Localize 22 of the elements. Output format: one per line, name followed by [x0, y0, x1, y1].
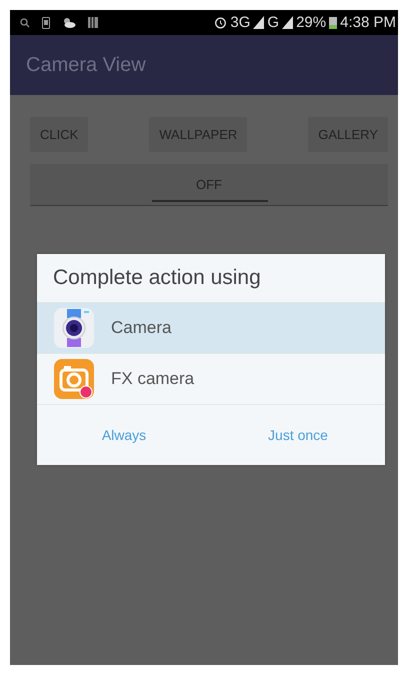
signal-icon [253, 16, 264, 29]
barcode-icon [88, 17, 98, 28]
alarm-icon [214, 16, 228, 29]
dialog-title: Complete action using [52, 265, 262, 291]
clock: 4:38 PM [340, 14, 396, 31]
network-type: 3G [230, 14, 250, 31]
app-option[interactable]: FX camera [37, 353, 385, 404]
phone-icon [42, 16, 50, 28]
network-type: G [267, 14, 280, 31]
dialog-action-button[interactable]: Just once [211, 426, 385, 444]
camera-app-icon [53, 307, 95, 349]
dialog-action-button[interactable]: Always [37, 426, 211, 444]
app-name: FX camera [111, 369, 194, 389]
camera-app-icon [53, 358, 95, 400]
app-name: Camera [111, 318, 172, 338]
signal-icon [282, 16, 294, 29]
app-option[interactable]: Camera [37, 302, 385, 353]
weather-icon [62, 17, 76, 28]
search-icon [20, 18, 30, 28]
battery-icon [329, 16, 338, 29]
app-title: Camera View [26, 54, 146, 76]
battery-level: 29% [296, 14, 326, 31]
